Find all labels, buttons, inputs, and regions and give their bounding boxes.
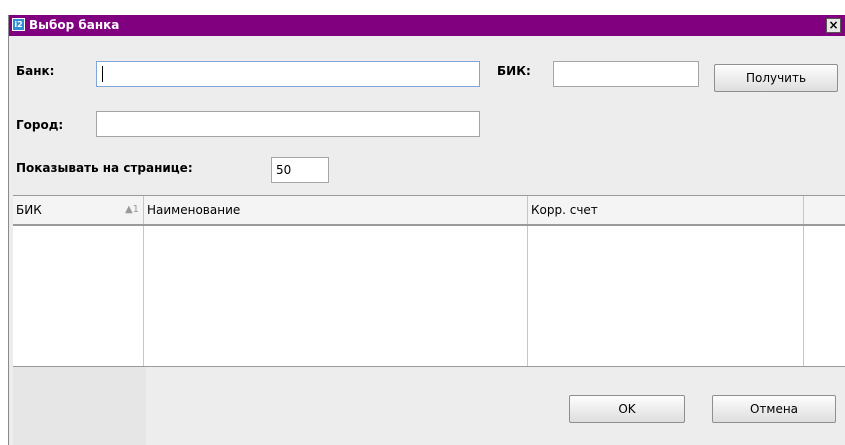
fetch-button[interactable]: Получить (714, 64, 838, 92)
per-page-input[interactable]: 50 (271, 157, 329, 183)
banks-table[interactable]: БИК ▲1 Наименование Корр. счет (13, 195, 845, 367)
column-header-bik[interactable]: БИК ▲1 (13, 196, 144, 224)
column-body-name (144, 226, 528, 366)
column-header-name[interactable]: Наименование (144, 196, 528, 224)
footer-band (13, 367, 146, 445)
bik-input[interactable] (553, 61, 699, 87)
title-bar[interactable]: i2 Выбор банка × (9, 15, 845, 36)
column-header-corr-account[interactable]: Корр. счет (528, 196, 804, 224)
per-page-label: Показывать на странице: (16, 161, 193, 175)
dialog-title: Выбор банка (29, 18, 120, 32)
column-body-bik (13, 226, 144, 366)
column-header-extra[interactable] (804, 196, 845, 224)
close-button[interactable]: × (826, 18, 841, 33)
bank-select-dialog: i2 Выбор банка × Банк: БИК: Получить Гор… (8, 15, 845, 445)
bik-label: БИК: (497, 64, 531, 78)
app-icon: i2 (12, 18, 25, 31)
city-label: Город: (16, 118, 64, 132)
cancel-button[interactable]: Отмена (712, 395, 836, 423)
bank-input[interactable] (96, 61, 480, 87)
sort-asc-icon: ▲1 (124, 204, 139, 215)
bank-label: Банк: (16, 64, 55, 78)
column-body-corr-account (528, 226, 804, 366)
city-input[interactable] (96, 111, 480, 137)
ok-button[interactable]: OK (569, 395, 685, 423)
table-header: БИК ▲1 Наименование Корр. счет (13, 196, 845, 226)
text-caret (102, 66, 103, 82)
